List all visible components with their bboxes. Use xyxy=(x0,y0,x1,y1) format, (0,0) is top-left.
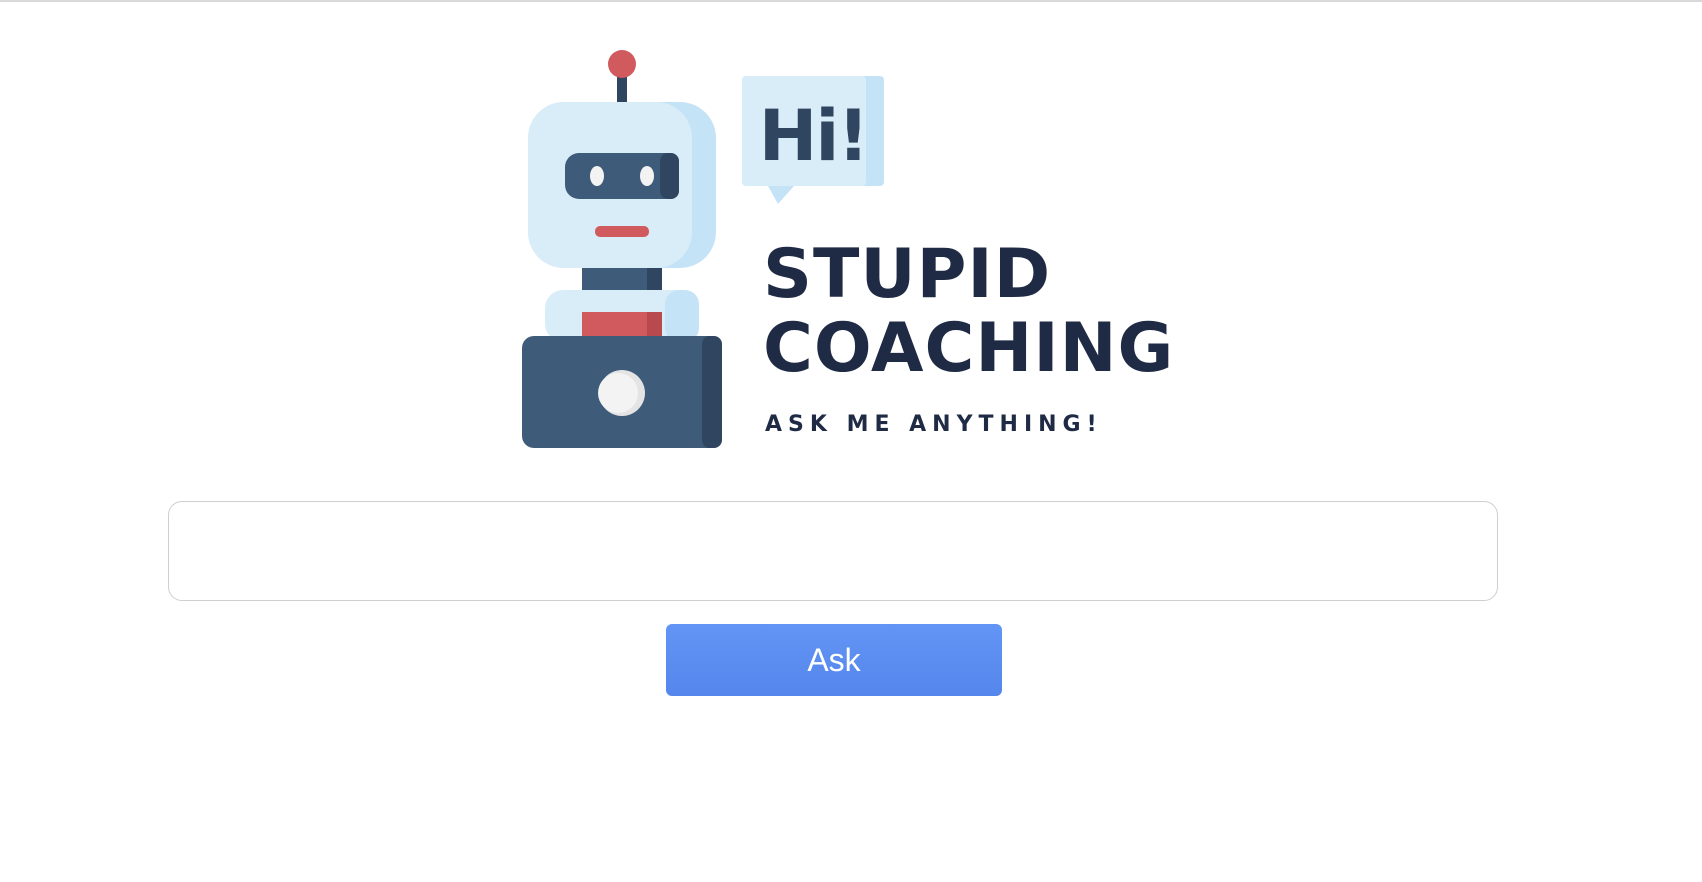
ask-button[interactable]: Ask xyxy=(666,624,1002,696)
brand-title: STUPID COACHING xyxy=(763,238,1183,386)
question-input[interactable] xyxy=(168,501,1498,601)
bubble-greeting: Hi! xyxy=(758,95,870,177)
brand-title-line-2: COACHING xyxy=(763,309,1175,388)
brand-title-line-1: STUPID xyxy=(763,235,1052,314)
brand-tagline: ASK ME ANYTHING! xyxy=(765,412,1103,437)
top-divider xyxy=(0,0,1702,2)
robot-icon xyxy=(522,50,722,448)
logo: Hi! STUPID COACHING ASK ME ANYTHING! xyxy=(520,48,1173,448)
